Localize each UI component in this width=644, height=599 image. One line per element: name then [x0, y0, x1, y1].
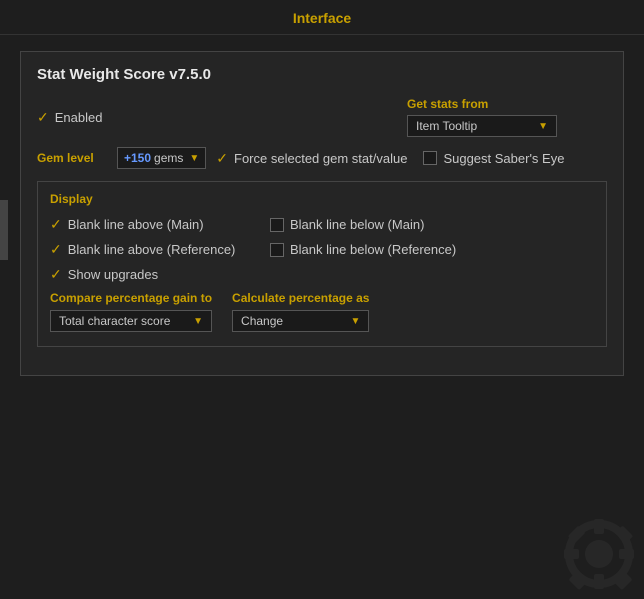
blank-line-above-ref-checkmark: ✓	[50, 241, 62, 258]
gem-level-arrow: ▼	[189, 153, 199, 164]
blank-line-above-main-checkbox[interactable]: ✓ Blank line above (Main)	[50, 216, 270, 233]
left-scrollbar[interactable]	[0, 200, 8, 260]
enabled-left: ✓ Enabled	[37, 109, 407, 126]
top-header: Interface	[0, 0, 644, 35]
compare-label: Compare percentage gain to	[50, 291, 212, 305]
get-stats-from-dropdown[interactable]: Item Tooltip ▼	[407, 115, 557, 137]
get-stats-from-arrow: ▼	[538, 121, 548, 132]
calculate-value: Change	[241, 314, 283, 328]
checkbox-row-1: ✓ Blank line above (Main) Blank line bel…	[50, 216, 594, 233]
force-gem-checkmark: ✓	[216, 150, 228, 167]
blank-line-above-main-checkmark: ✓	[50, 216, 62, 233]
gem-level-row: Gem level +150 gems ▼ ✓ Force selected g…	[37, 147, 607, 169]
page-background: Interface Stat Weight Score v7.5.0 ✓ Ena…	[0, 0, 644, 599]
suggest-sabers-eye-box	[423, 151, 437, 165]
blank-line-below-ref-label: Blank line below (Reference)	[290, 242, 456, 257]
panel-title: Stat Weight Score v7.5.0	[37, 66, 607, 83]
get-stats-right-section: Get stats from Item Tooltip ▼	[407, 97, 607, 137]
blank-line-above-main-label: Blank line above (Main)	[68, 217, 204, 232]
display-section: Display ✓ Blank line above (Main) Blank …	[37, 181, 607, 347]
gem-level-dropdown[interactable]: +150 gems ▼	[117, 147, 206, 169]
get-stats-from-label: Get stats from	[407, 97, 497, 111]
gem-level-value: +150	[124, 151, 151, 165]
show-upgrades-checkmark: ✓	[50, 266, 62, 283]
suggest-sabers-eye-label: Suggest Saber's Eye	[443, 151, 564, 166]
blank-line-below-main-box	[270, 218, 284, 232]
decorative-gear	[524, 479, 644, 599]
calculate-dropdown[interactable]: Change ▼	[232, 310, 369, 332]
compare-arrow: ▼	[193, 316, 203, 327]
enabled-label: Enabled	[55, 110, 103, 125]
calculate-label: Calculate percentage as	[232, 291, 369, 305]
header-title: Interface	[293, 10, 351, 26]
checkbox-row-3: ✓ Show upgrades	[50, 266, 594, 283]
gem-level-label: Gem level	[37, 151, 117, 165]
compare-col: Compare percentage gain to Total charact…	[50, 291, 212, 332]
blank-line-below-main-label: Blank line below (Main)	[290, 217, 424, 232]
suggest-sabers-eye-checkbox[interactable]: Suggest Saber's Eye	[423, 151, 564, 166]
enabled-get-stats-row: ✓ Enabled Get stats from Item Tooltip ▼	[37, 97, 607, 137]
blank-line-below-ref-checkbox[interactable]: Blank line below (Reference)	[270, 242, 490, 257]
get-stats-from-value: Item Tooltip	[416, 119, 477, 133]
force-gem-checkbox[interactable]: ✓ Force selected gem stat/value	[216, 150, 407, 167]
gem-level-suffix: gems	[154, 151, 183, 165]
main-panel: Stat Weight Score v7.5.0 ✓ Enabled Get s…	[20, 51, 624, 376]
blank-line-above-ref-label: Blank line above (Reference)	[68, 242, 236, 257]
display-title: Display	[50, 192, 594, 206]
compare-row: Compare percentage gain to Total charact…	[50, 291, 594, 332]
checkbox-row-2: ✓ Blank line above (Reference) Blank lin…	[50, 241, 594, 258]
blank-line-below-ref-box	[270, 243, 284, 257]
calculate-arrow: ▼	[351, 316, 361, 327]
compare-dropdown[interactable]: Total character score ▼	[50, 310, 212, 332]
force-gem-label: Force selected gem stat/value	[234, 151, 407, 166]
blank-line-above-ref-checkbox[interactable]: ✓ Blank line above (Reference)	[50, 241, 270, 258]
show-upgrades-label: Show upgrades	[68, 267, 158, 282]
calculate-col: Calculate percentage as Change ▼	[232, 291, 369, 332]
enabled-checkmark: ✓	[37, 109, 49, 126]
blank-line-below-main-checkbox[interactable]: Blank line below (Main)	[270, 217, 490, 232]
compare-value: Total character score	[59, 314, 170, 328]
show-upgrades-checkbox[interactable]: ✓ Show upgrades	[50, 266, 270, 283]
